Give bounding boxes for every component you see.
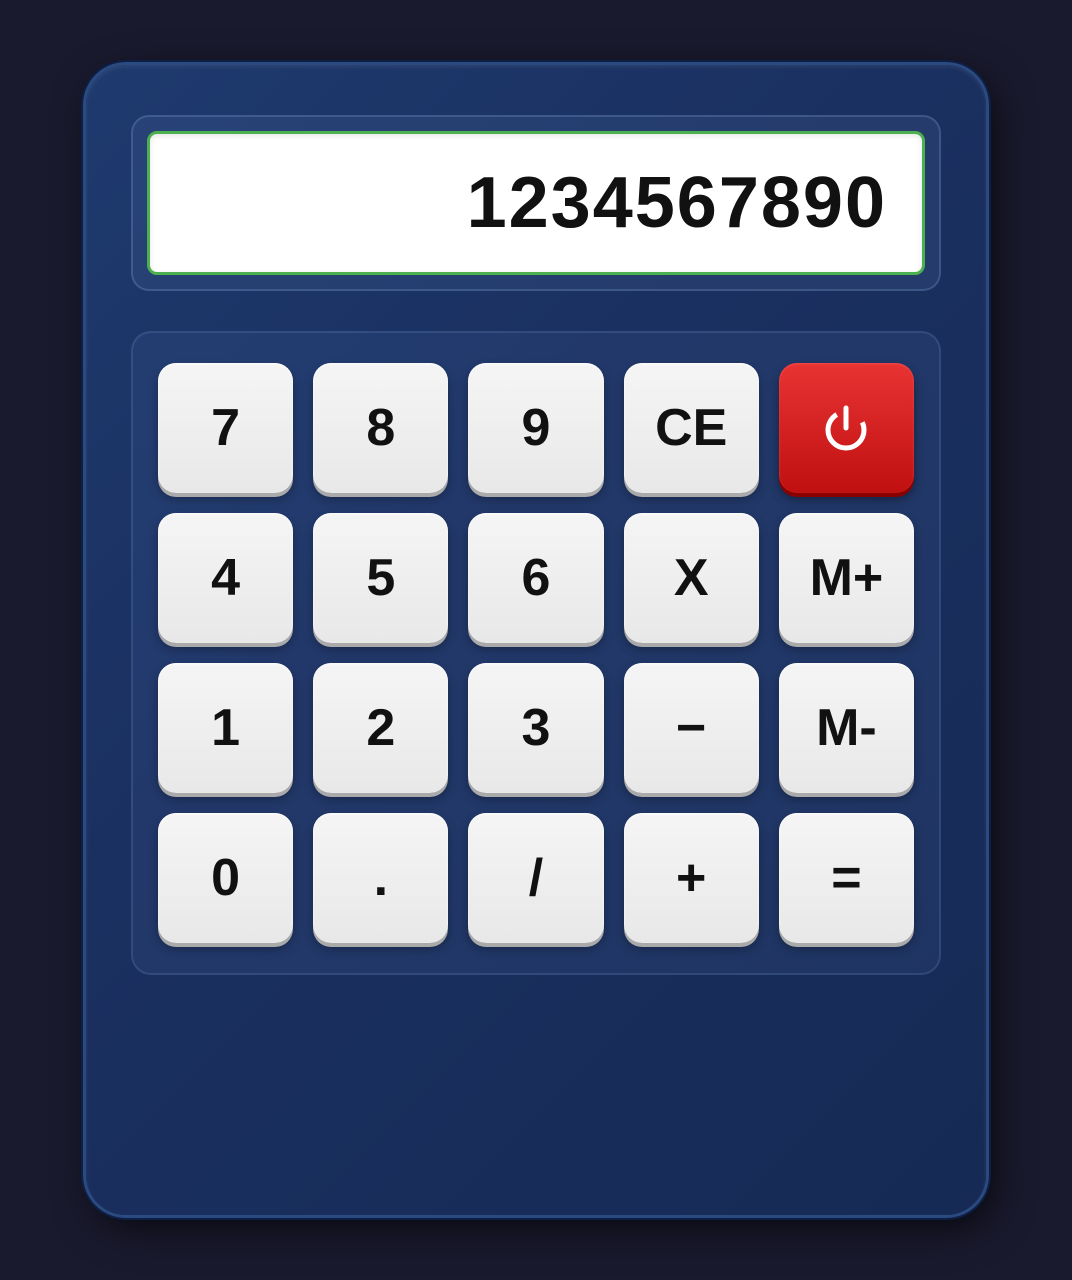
btn-6[interactable]: 6 bbox=[468, 513, 603, 643]
display-wrapper: 1234567890 bbox=[131, 115, 941, 291]
btn-5[interactable]: 5 bbox=[313, 513, 448, 643]
btn-multiply[interactable]: X bbox=[624, 513, 759, 643]
power-icon bbox=[816, 398, 876, 458]
btn-minus[interactable]: − bbox=[624, 663, 759, 793]
btn-8[interactable]: 8 bbox=[313, 363, 448, 493]
btn-1[interactable]: 1 bbox=[158, 663, 293, 793]
btn-3[interactable]: 3 bbox=[468, 663, 603, 793]
display: 1234567890 bbox=[147, 131, 925, 275]
btn-7[interactable]: 7 bbox=[158, 363, 293, 493]
btn-2[interactable]: 2 bbox=[313, 663, 448, 793]
btn-row-2: 4 5 6 X M+ bbox=[158, 513, 914, 643]
btn-4[interactable]: 4 bbox=[158, 513, 293, 643]
btn-mplus[interactable]: M+ bbox=[779, 513, 914, 643]
btn-0[interactable]: 0 bbox=[158, 813, 293, 943]
btn-9[interactable]: 9 bbox=[468, 363, 603, 493]
btn-row-3: 1 2 3 − M- bbox=[158, 663, 914, 793]
btn-plus[interactable]: + bbox=[624, 813, 759, 943]
btn-row-1: 7 8 9 CE bbox=[158, 363, 914, 493]
btn-power[interactable] bbox=[779, 363, 914, 493]
button-panel: 7 8 9 CE 4 5 6 X M+ 1 2 3 − bbox=[131, 331, 941, 975]
btn-row-4: 0 . / + = bbox=[158, 813, 914, 943]
btn-divide[interactable]: / bbox=[468, 813, 603, 943]
btn-mminus[interactable]: M- bbox=[779, 663, 914, 793]
display-value: 1234567890 bbox=[467, 162, 887, 244]
calculator: 1234567890 7 8 9 CE 4 5 6 X M+ bbox=[86, 65, 986, 1215]
btn-equals[interactable]: = bbox=[779, 813, 914, 943]
btn-dot[interactable]: . bbox=[313, 813, 448, 943]
btn-ce[interactable]: CE bbox=[624, 363, 759, 493]
